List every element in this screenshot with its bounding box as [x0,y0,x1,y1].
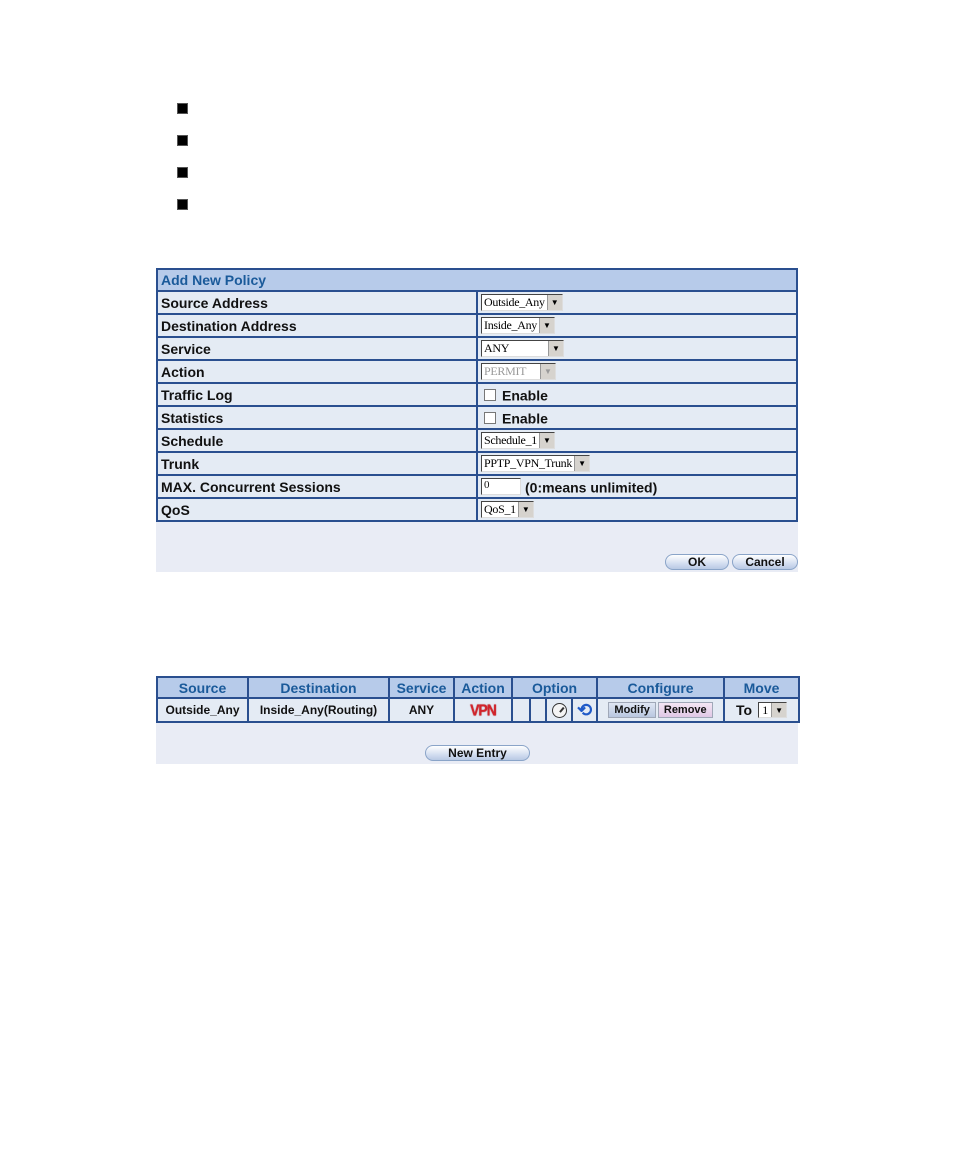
source-cell: Outside_Any [156,697,249,723]
traffic-log-checkbox[interactable] [484,389,496,402]
statistics-checkbox[interactable] [484,412,496,425]
policy-list-table: Source Destination Service Action Option… [156,676,801,723]
destination-address-label: Destination Address [156,313,478,338]
form-row-destination-address: Destination Address Inside_Any ▼ [156,313,798,338]
option-cell-schedule [545,697,573,723]
chevron-down-icon: ▼ [546,295,562,311]
bullet-square-icon [177,135,188,146]
action-cell: VPN [453,697,513,723]
form-row-traffic-log: Traffic Log Enable [156,382,798,407]
add-policy-title: Add New Policy [156,268,798,292]
column-header-source: Source [156,676,249,699]
qos-select[interactable]: QoS_1 ▼ [481,501,534,519]
chevron-down-icon: ▼ [540,364,555,380]
chevron-down-icon: ▼ [771,703,787,717]
bullet-square-icon [177,103,188,114]
table-header-row: Source Destination Service Action Option… [156,676,801,699]
policy-list-panel: Source Destination Service Action Option… [156,676,801,764]
option-cell-empty [511,697,531,723]
column-header-configure: Configure [596,676,726,699]
service-cell: ANY [388,697,455,723]
move-cell: To 1 ▼ [723,697,801,723]
schedule-select[interactable]: Schedule_1 ▼ [481,432,555,450]
add-policy-panel: Add New Policy Source Address Outside_An… [156,268,798,572]
option-cell-qos: ⟲ [570,697,599,723]
remove-button[interactable]: Remove [657,702,713,718]
move-position-select[interactable]: 1 ▼ [758,702,788,718]
column-header-option: Option [510,676,599,699]
bullet-list [177,103,188,231]
form-row-source-address: Source Address Outside_Any ▼ [156,290,798,315]
vpn-action-icon: VPN [470,700,497,720]
destination-cell: Inside_Any(Routing) [247,697,390,723]
chevron-down-icon: ▼ [574,456,590,472]
form-row-schedule: Schedule Schedule_1 ▼ [156,428,798,453]
traffic-log-enable-label: Enable [502,387,548,404]
schedule-clock-icon[interactable] [551,702,567,718]
new-entry-button[interactable]: New Entry [425,745,530,761]
max-sessions-label: MAX. Concurrent Sessions [156,474,478,499]
service-select[interactable]: ANY ▼ [481,340,564,358]
qos-loop-icon[interactable]: ⟲ [577,701,592,719]
modify-button[interactable]: Modify [608,702,656,718]
table-row: Outside_Any Inside_Any(Routing) ANY VPN … [156,697,801,723]
statistics-label: Statistics [156,405,478,430]
option-cell-empty [529,697,547,723]
form-row-qos: QoS QoS_1 ▼ [156,497,798,522]
form-row-action: Action PERMIT ▼ [156,359,798,384]
bullet-square-icon [177,199,188,210]
column-header-action: Action [453,676,513,699]
chevron-down-icon: ▼ [517,502,533,518]
chevron-down-icon: ▼ [539,433,554,449]
form-row-statistics: Statistics Enable [156,405,798,430]
action-select: PERMIT ▼ [481,363,556,381]
max-sessions-input[interactable]: 0 [481,478,521,496]
trunk-select[interactable]: PPTP_VPN_Trunk ▼ [481,455,591,473]
form-row-trunk: Trunk PPTP_VPN_Trunk ▼ [156,451,798,476]
max-sessions-hint: (0:means unlimited) [525,478,658,495]
column-header-destination: Destination [247,676,390,699]
traffic-log-label: Traffic Log [156,382,478,407]
service-label: Service [156,336,478,361]
move-to-label: To [736,702,753,718]
statistics-enable-label: Enable [502,410,548,427]
column-header-service: Service [388,676,455,699]
trunk-label: Trunk [156,451,478,476]
column-header-move: Move [723,676,801,699]
chevron-down-icon: ▼ [539,318,554,334]
form-row-max-sessions: MAX. Concurrent Sessions 0 (0:means unlim… [156,474,798,499]
qos-label: QoS [156,497,478,522]
chevron-down-icon: ▼ [548,341,563,357]
bullet-square-icon [177,167,188,178]
form-row-service: Service ANY ▼ [156,336,798,361]
ok-button[interactable]: OK [665,554,729,570]
configure-cell: Modify Remove [596,697,726,723]
destination-address-select[interactable]: Inside_Any ▼ [481,317,555,335]
cancel-button[interactable]: Cancel [732,554,798,570]
add-policy-form: Add New Policy Source Address Outside_An… [156,268,798,522]
action-label: Action [156,359,478,384]
source-address-select[interactable]: Outside_Any ▼ [481,294,563,312]
schedule-label: Schedule [156,428,478,453]
source-address-label: Source Address [156,290,478,315]
